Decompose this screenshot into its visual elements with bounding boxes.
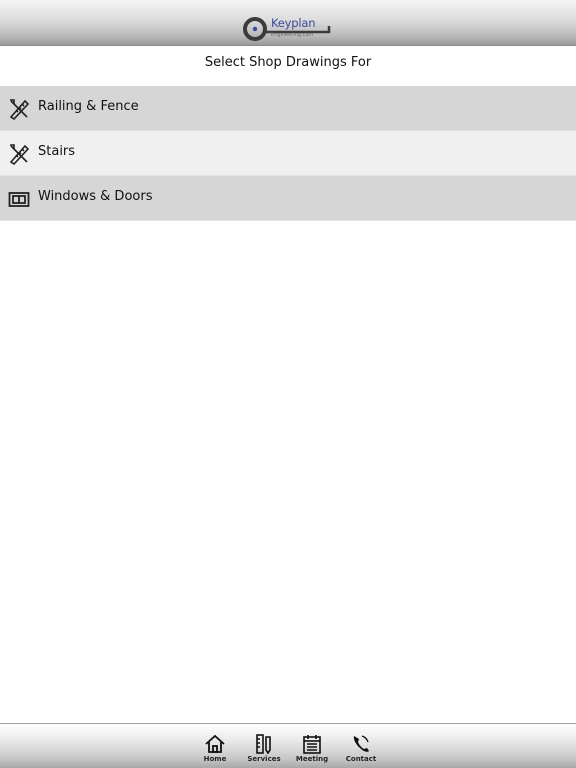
services-icon bbox=[256, 734, 271, 755]
phone-icon bbox=[353, 735, 369, 752]
tab-label: Services bbox=[247, 755, 281, 763]
menu-item-label: Stairs bbox=[38, 144, 76, 159]
tab-contact[interactable]: Contact bbox=[336, 724, 386, 768]
drafting-tools-icon bbox=[9, 144, 30, 165]
logo-subtext: Engineering.com bbox=[271, 32, 314, 38]
menu-item-label: Windows & Doors bbox=[38, 189, 153, 204]
menu-item-stairs[interactable]: Stairs bbox=[0, 131, 576, 176]
logo-text: Keyplan bbox=[271, 16, 316, 30]
home-icon bbox=[205, 734, 225, 753]
keyplan-logo: Keyplan Engineering.com bbox=[243, 14, 333, 44]
drafting-tools-icon bbox=[9, 99, 30, 120]
calendar-icon bbox=[303, 735, 321, 754]
window-frame-icon bbox=[8, 192, 30, 207]
menu-item-label: Railing & Fence bbox=[38, 99, 139, 114]
bottom-tab-bar: Home Services Meeting Contact bbox=[0, 723, 576, 768]
tab-home[interactable]: Home bbox=[190, 724, 240, 768]
tab-label: Meeting bbox=[295, 755, 329, 763]
app-header: Keyplan Engineering.com bbox=[0, 0, 576, 46]
tab-services[interactable]: Services bbox=[239, 724, 289, 768]
page-subtitle: Select Shop Drawings For bbox=[204, 55, 372, 70]
tab-meeting[interactable]: Meeting bbox=[287, 724, 337, 768]
shop-drawings-menu: Railing & Fence Stairs Windows & Doors bbox=[0, 86, 576, 221]
menu-item-windows-doors[interactable]: Windows & Doors bbox=[0, 176, 576, 221]
menu-item-railing-fence[interactable]: Railing & Fence bbox=[0, 86, 576, 131]
tab-label: Home bbox=[203, 755, 227, 763]
tab-label: Contact bbox=[345, 755, 377, 763]
